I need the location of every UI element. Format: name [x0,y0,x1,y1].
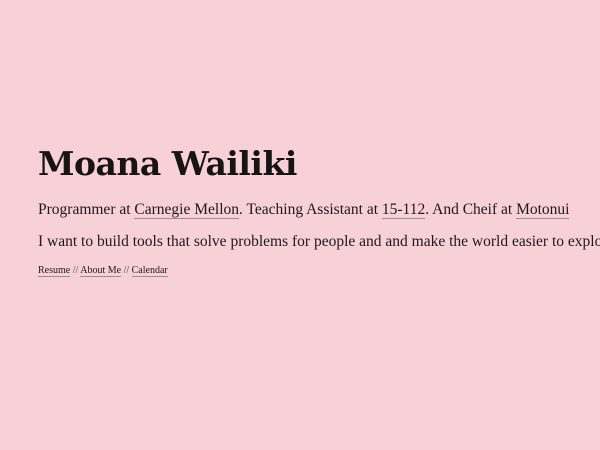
nav-about-me-link[interactable]: About Me [80,265,122,277]
nav-separator: // [121,265,132,276]
nav-separator: // [70,265,81,276]
main-content: Moana Wailiki Programmer at Carnegie Mel… [38,142,600,278]
carnegie-mellon-link[interactable]: Carnegie Mellon [134,201,240,219]
bio-line: Programmer at Carnegie Mellon. Teaching … [38,200,598,220]
bio-middle-1: . Teaching Assistant at [239,201,382,218]
nav-resume-link[interactable]: Resume [38,265,71,277]
mission-statement: I want to build tools that solve problem… [38,233,600,250]
bio-prefix: Programmer at [38,201,135,218]
page-title: Moana Wailiki [38,144,297,183]
nav-calendar-link[interactable]: Calendar [131,265,168,277]
footer-nav: Resume // About Me // Calendar [38,264,598,278]
bio-middle-2: . And Cheif at [425,201,517,218]
course-15-112-link[interactable]: 15-112 [381,201,426,219]
motonui-link[interactable]: Motonui [516,201,570,219]
